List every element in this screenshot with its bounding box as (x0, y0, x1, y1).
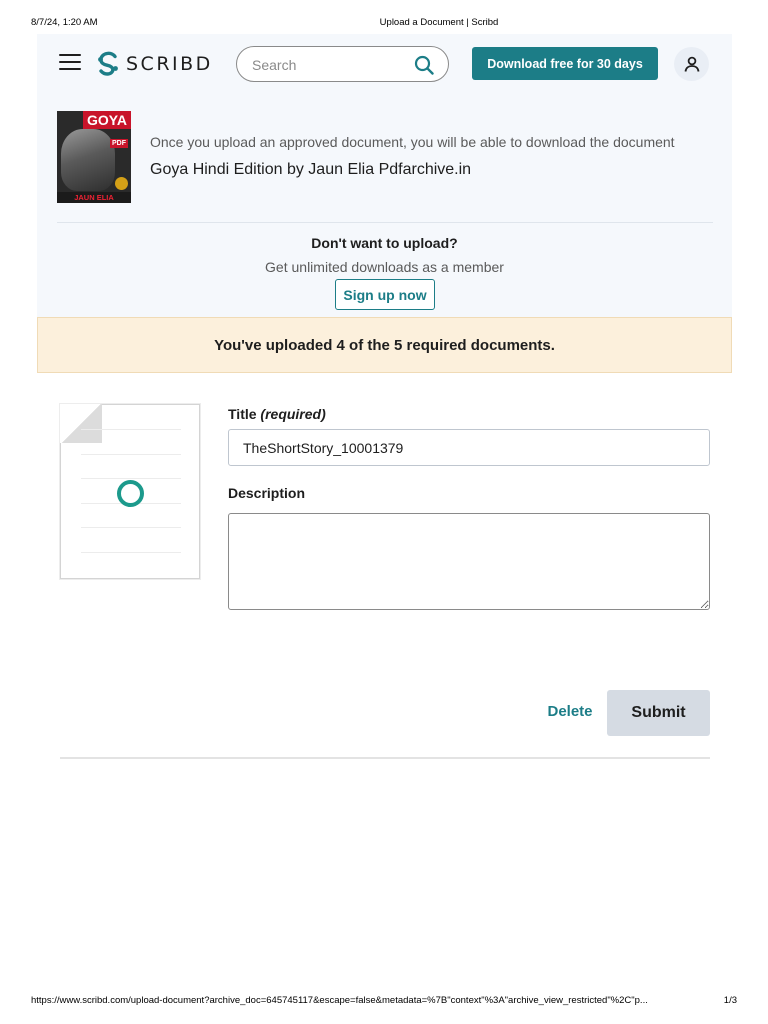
uploaded-file-thumbnail (60, 404, 200, 579)
sign-up-button[interactable]: Sign up now (335, 279, 435, 310)
upload-panel: SCRIBD Download free for 30 days GOYA PD… (37, 34, 732, 317)
loading-spinner-icon (117, 480, 144, 507)
cover-author: JAUN ELIA (57, 192, 131, 203)
title-label-text: Title (228, 406, 257, 422)
download-free-trial-button[interactable]: Download free for 30 days (472, 47, 658, 80)
cover-pdf-tag: PDF (110, 139, 128, 148)
description-label: Description (228, 485, 306, 501)
scribd-logo[interactable]: SCRIBD (96, 50, 213, 78)
form-bottom-divider (60, 757, 710, 759)
print-page-title: Upload a Document | Scribd (379, 17, 499, 28)
thumbnail-line (81, 527, 181, 528)
submit-button[interactable]: Submit (607, 690, 710, 736)
hamburger-menu-icon[interactable] (59, 54, 81, 72)
thumbnail-line (81, 478, 181, 479)
document-cover-thumbnail: GOYA PDF JAUN ELIA (57, 111, 131, 203)
membership-heading: Don't want to upload? (311, 235, 458, 251)
page-fold-corner (60, 404, 102, 443)
description-textarea[interactable] (228, 513, 710, 610)
search-box[interactable] (236, 46, 449, 82)
user-account-button[interactable] (674, 47, 709, 81)
logo-wordmark: SCRIBD (126, 53, 213, 75)
print-footer: https://www.scribd.com/upload-document?a… (0, 995, 768, 1007)
delete-button[interactable]: Delete (540, 703, 600, 723)
cover-portrait (61, 129, 115, 191)
search-icon[interactable] (414, 55, 434, 75)
search-input[interactable] (252, 55, 402, 75)
upload-progress-notice: You've uploaded 4 of the 5 required docu… (37, 317, 732, 373)
thumbnail-line (81, 552, 181, 553)
section-divider (57, 222, 713, 223)
thumbnail-line (81, 429, 181, 430)
upload-requirement-note: Once you upload an approved document, yo… (150, 134, 675, 150)
scribd-logo-icon (98, 51, 118, 76)
cover-title: GOYA (83, 111, 131, 129)
title-label: Title (required) (228, 406, 326, 422)
title-input[interactable] (228, 429, 710, 466)
thumbnail-line (81, 454, 181, 455)
print-header: 8/7/24, 1:20 AM Upload a Document | Scri… (0, 17, 768, 29)
membership-subtext: Get unlimited downloads as a member (265, 259, 504, 275)
top-navigation-bar: SCRIBD Download free for 30 days (37, 34, 732, 94)
print-page-number: 1/3 (723, 995, 737, 1006)
person-icon (684, 56, 699, 72)
title-required-hint: (required) (260, 406, 326, 422)
print-url: https://www.scribd.com/upload-document?a… (31, 995, 648, 1006)
cover-badge-icon (115, 177, 128, 190)
document-info: GOYA PDF JAUN ELIA Once you upload an ap… (57, 111, 712, 203)
document-title[interactable]: Goya Hindi Edition by Jaun Elia Pdfarchi… (150, 161, 471, 179)
